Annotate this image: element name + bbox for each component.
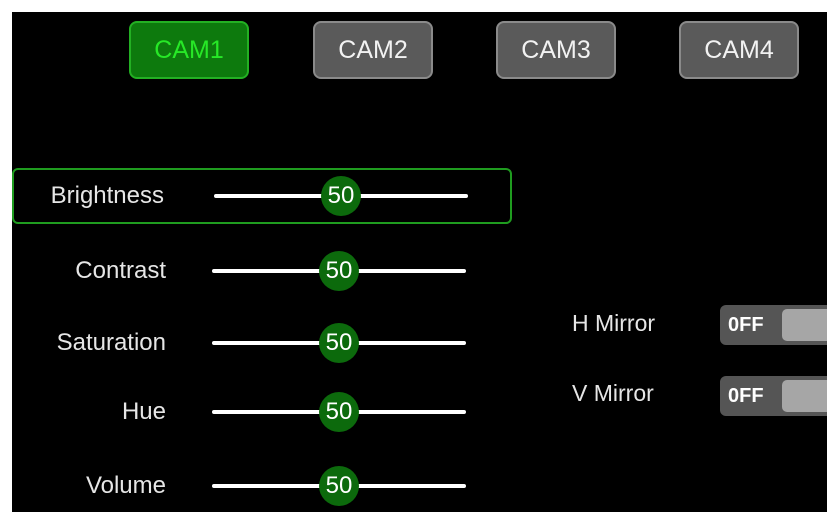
saturation-slider[interactable]: 50 xyxy=(212,323,466,363)
volume-slider[interactable]: 50 xyxy=(212,466,466,506)
camera-settings-screen: CAM1 CAM2 CAM3 CAM4 Brightness 50 Contra… xyxy=(12,12,827,512)
brightness-slider[interactable]: 50 xyxy=(214,176,468,216)
h-mirror-label: H Mirror xyxy=(572,310,656,336)
v-mirror-label: V Mirror xyxy=(572,380,654,406)
h-mirror-toggle[interactable]: 0FF xyxy=(720,305,827,345)
h-mirror-state: 0FF xyxy=(728,314,764,336)
volume-label: Volume xyxy=(85,472,166,499)
contrast-row[interactable]: Contrast 50 xyxy=(12,243,512,299)
hue-label: Hue xyxy=(121,398,166,425)
contrast-slider-knob[interactable]: 50 xyxy=(319,251,359,291)
saturation-slider-knob[interactable]: 50 xyxy=(319,323,359,363)
volume-row[interactable]: Volume 50 xyxy=(12,458,512,512)
tab-cam2[interactable]: CAM2 xyxy=(313,21,433,79)
brightness-row[interactable]: Brightness 50 xyxy=(12,168,512,224)
contrast-label: Contrast xyxy=(75,257,166,284)
saturation-label: Saturation xyxy=(56,329,166,356)
hue-row[interactable]: Hue 50 xyxy=(12,384,512,440)
v-mirror-toggle[interactable]: 0FF xyxy=(720,376,827,416)
hue-slider-knob[interactable]: 50 xyxy=(319,392,359,432)
brightness-label: Brightness xyxy=(50,182,164,209)
hue-slider[interactable]: 50 xyxy=(212,392,466,432)
volume-slider-knob[interactable]: 50 xyxy=(319,466,359,506)
tab-cam1[interactable]: CAM1 xyxy=(129,21,249,79)
tab-cam4[interactable]: CAM4 xyxy=(679,21,799,79)
h-mirror-toggle-thumb[interactable] xyxy=(782,309,827,341)
tab-cam3[interactable]: CAM3 xyxy=(496,21,616,79)
contrast-slider[interactable]: 50 xyxy=(212,251,466,291)
saturation-row[interactable]: Saturation 50 xyxy=(12,315,512,371)
brightness-slider-knob[interactable]: 50 xyxy=(321,176,361,216)
v-mirror-state: 0FF xyxy=(728,385,764,407)
v-mirror-toggle-thumb[interactable] xyxy=(782,380,827,412)
